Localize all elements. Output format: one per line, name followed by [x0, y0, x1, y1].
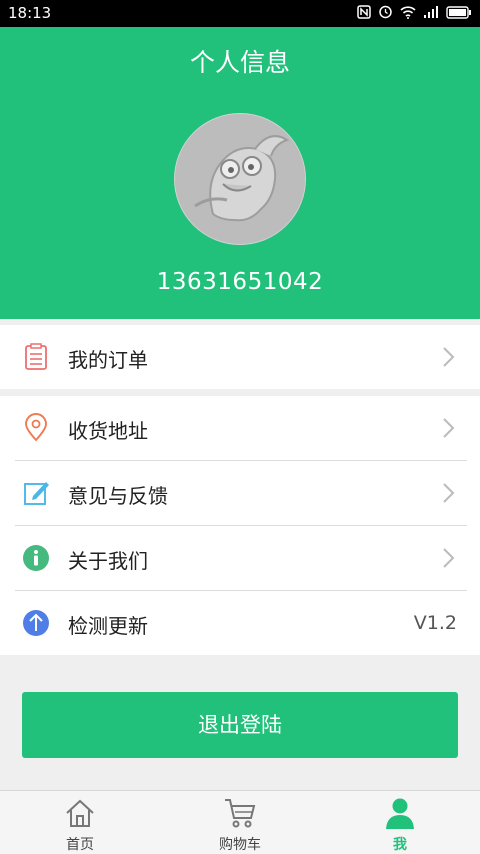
- menu-item-label: 关于我们: [68, 549, 148, 573]
- info-icon: [23, 545, 49, 571]
- menu-item-about-us[interactable]: 关于我们: [0, 526, 480, 590]
- status-time: 18:13: [8, 4, 52, 22]
- avatar-mascot-icon: [175, 114, 305, 244]
- user-icon: [386, 798, 414, 829]
- battery-icon: [446, 5, 472, 23]
- chevron-right-icon: [443, 347, 455, 367]
- status-icons: [357, 4, 472, 23]
- menu-item-label: 意见与反馈: [68, 484, 168, 508]
- signal-icon: [423, 5, 439, 23]
- version-value: V1.2: [413, 612, 457, 634]
- logout-button[interactable]: 退出登陆: [22, 692, 458, 758]
- menu-item-label: 收货地址: [68, 419, 148, 443]
- menu-item-label: 我的订单: [68, 348, 148, 372]
- cart-icon: [225, 799, 256, 828]
- order-list-icon: [25, 343, 47, 370]
- tab-me[interactable]: 我: [340, 791, 460, 854]
- chevron-right-icon: [443, 548, 455, 568]
- tab-label: 我: [393, 837, 407, 853]
- chevron-right-icon: [443, 418, 455, 438]
- user-phone: 13631651042: [156, 269, 324, 295]
- location-pin-icon: [25, 413, 47, 442]
- wifi-icon: [400, 5, 416, 23]
- menu-item-shipping-address[interactable]: 收货地址: [0, 396, 480, 460]
- update-arrow-icon: [23, 610, 49, 636]
- menu-group-orders: 我的订单: [0, 325, 480, 389]
- chevron-right-icon: [443, 483, 455, 503]
- menu-item-my-orders[interactable]: 我的订单: [0, 325, 480, 389]
- avatar[interactable]: [174, 113, 306, 245]
- edit-feedback-icon: [24, 482, 49, 505]
- home-icon: [66, 799, 94, 827]
- menu-item-check-update[interactable]: 检测更新 V1.2: [0, 591, 480, 655]
- alarm-icon: [378, 4, 393, 23]
- profile-header: 个人信息 13631651042: [0, 27, 480, 319]
- tab-label: 首页: [66, 837, 94, 853]
- nfc-icon: [357, 4, 371, 23]
- menu-group-settings: 收货地址 意见与反馈 关于我们 检测更新 V1.2: [0, 396, 480, 655]
- status-bar: 18:13: [0, 0, 480, 27]
- menu-item-feedback[interactable]: 意见与反馈: [0, 461, 480, 525]
- bottom-tab-bar: 首页 购物车 我: [0, 790, 480, 854]
- menu-item-label: 检测更新: [68, 614, 148, 638]
- page-title: 个人信息: [189, 48, 290, 77]
- tab-cart[interactable]: 购物车: [180, 791, 300, 854]
- tab-label: 购物车: [219, 837, 261, 853]
- tab-home[interactable]: 首页: [20, 791, 140, 854]
